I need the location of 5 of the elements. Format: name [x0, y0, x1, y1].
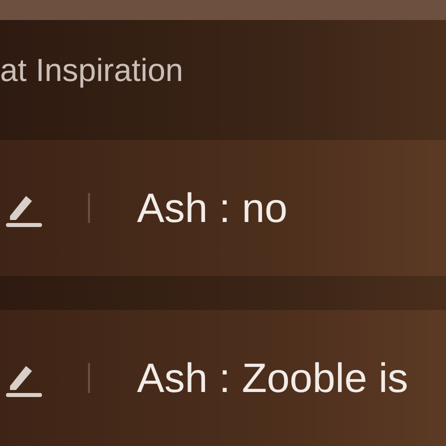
message-text: Ash : no	[137, 184, 288, 232]
message-card[interactable]: Ash : Zooble is	[0, 310, 446, 446]
message-text: Ash : Zooble is	[137, 354, 408, 402]
message-card[interactable]: Ash : no	[0, 140, 446, 276]
header-title: at Inspiration	[0, 52, 184, 88]
